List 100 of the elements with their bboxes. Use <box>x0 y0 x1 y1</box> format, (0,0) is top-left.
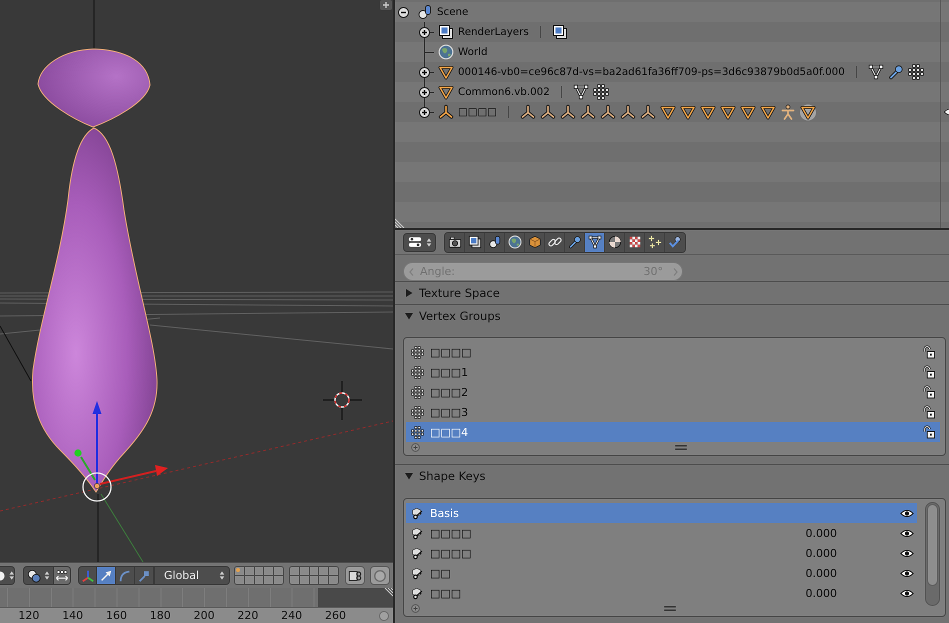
figure-icon[interactable] <box>780 104 796 120</box>
layer-toggle[interactable] <box>300 576 309 584</box>
layer-toggle[interactable] <box>235 567 244 575</box>
expand-toggle[interactable] <box>418 26 430 38</box>
collapse-toggle[interactable] <box>398 6 408 18</box>
vertex-group-item[interactable]: □□□1 <box>406 362 940 382</box>
transform-gizmo[interactable] <box>74 401 168 502</box>
layer-toggle[interactable] <box>290 567 299 575</box>
bone-icon[interactable] <box>640 104 656 120</box>
layer-toggle[interactable] <box>254 567 264 575</box>
layer-toggle[interactable] <box>300 567 309 575</box>
unlocked-padlock-icon[interactable] <box>923 425 935 439</box>
bone-icon[interactable] <box>620 104 636 120</box>
orientation-dropdown[interactable]: Global <box>154 566 230 585</box>
unlocked-padlock-icon[interactable] <box>923 405 935 419</box>
layer-toggle[interactable] <box>319 576 328 584</box>
mesh-object-icon[interactable] <box>700 104 716 120</box>
mesh-object-icon[interactable] <box>800 104 816 120</box>
unlocked-padlock-icon[interactable] <box>923 385 935 399</box>
layer-toggle[interactable] <box>310 567 318 575</box>
expand-toggle[interactable] <box>418 106 430 118</box>
layer-toggle[interactable] <box>235 576 244 584</box>
eye-icon[interactable] <box>900 528 914 538</box>
layer-toggle[interactable] <box>264 576 274 584</box>
vertex-group-item[interactable]: □□□3 <box>406 402 940 422</box>
plus-circle-icon[interactable] <box>411 442 420 452</box>
layer-toggle[interactable] <box>254 576 264 584</box>
mesh-object-icon[interactable] <box>680 104 696 120</box>
bone-icon[interactable] <box>580 104 596 120</box>
editor-type-dropdown[interactable] <box>403 232 436 252</box>
layer-toggle[interactable] <box>244 567 254 575</box>
outliner-item-label[interactable]: 000146-vb0=ce96c87d-vs=ba2ad61fa36ff709-ps=3d6c93879b0d5a0f.000 <box>458 66 845 78</box>
shape-key-value[interactable]: 0.000 <box>777 566 837 580</box>
translate-button[interactable] <box>97 566 116 585</box>
bone-icon[interactable] <box>560 104 576 120</box>
mesh-data-icon[interactable] <box>868 64 884 80</box>
corner-plus-icon[interactable] <box>380 0 392 10</box>
rotate-button[interactable] <box>116 566 135 585</box>
eye-icon[interactable] <box>900 508 914 518</box>
layer-toggle[interactable] <box>329 567 338 575</box>
layer-toggle[interactable] <box>319 567 328 575</box>
layer-toggle[interactable] <box>274 576 283 584</box>
resize-handle-icon[interactable] <box>674 444 688 450</box>
layer-toggle[interactable] <box>329 576 338 584</box>
expand-toggle[interactable] <box>418 66 430 78</box>
render-layers-icon[interactable] <box>552 24 568 40</box>
outliner-item-label[interactable]: □□□□ <box>458 106 497 118</box>
shape-key-item[interactable]: Basis <box>406 503 917 523</box>
layer-toggle[interactable] <box>274 567 283 575</box>
outliner-item-label[interactable]: RenderLayers <box>458 26 529 38</box>
scale-button[interactable] <box>135 566 154 585</box>
expand-toggle[interactable] <box>418 86 430 98</box>
shape-key-item[interactable]: □□□□ 0.000 <box>406 523 917 543</box>
vertex-group-item[interactable]: □□□4 <box>406 422 940 442</box>
unlocked-padlock-icon[interactable] <box>923 365 935 379</box>
corner-grip-icon[interactable] <box>395 218 405 228</box>
manipulator-toggle[interactable] <box>78 566 97 585</box>
layer-toggle[interactable] <box>310 576 318 584</box>
plus-circle-icon[interactable] <box>411 604 420 612</box>
shape-key-item[interactable]: □□□□ 0.000 <box>406 543 917 563</box>
scrollbar-thumb[interactable] <box>927 504 938 586</box>
shading-dropdown[interactable] <box>0 566 15 585</box>
eye-icon[interactable] <box>900 548 914 558</box>
pivot-dropdown[interactable] <box>23 566 54 585</box>
unlocked-padlock-icon[interactable] <box>923 345 935 359</box>
vertex-group-item[interactable]: □□□2 <box>406 382 940 402</box>
bone-icon[interactable] <box>540 104 556 120</box>
eye-icon[interactable] <box>944 107 949 117</box>
context-tab[interactable] <box>545 232 565 252</box>
mesh-object-icon[interactable] <box>740 104 756 120</box>
shape-key-value[interactable]: 0.000 <box>777 546 837 560</box>
center-points-toggle[interactable] <box>54 566 71 585</box>
vertex-group-icon[interactable] <box>592 84 609 100</box>
eye-icon[interactable] <box>900 588 914 598</box>
outliner-item-label[interactable]: Scene <box>437 6 468 18</box>
outliner-item-label[interactable]: World <box>458 46 488 58</box>
mesh-data-icon[interactable] <box>572 84 589 100</box>
mesh-object-icon[interactable] <box>660 104 676 120</box>
bone-icon[interactable] <box>520 104 536 120</box>
shape-key-item[interactable]: □□□ 0.000 <box>406 583 917 603</box>
resize-handle-icon[interactable] <box>662 606 676 610</box>
vertex-group-item[interactable]: □□□□ <box>406 342 940 362</box>
bone-icon[interactable] <box>600 104 616 120</box>
lock-layers-button[interactable] <box>345 566 365 585</box>
vertex-group-icon[interactable] <box>908 64 924 80</box>
eye-icon[interactable] <box>900 568 914 578</box>
mesh-object[interactable] <box>32 48 158 492</box>
shape-key-item[interactable]: □□ 0.000 <box>406 563 917 583</box>
frame-ruler[interactable]: 120 140 160 180 200 220 240 260 <box>0 607 393 623</box>
context-tab[interactable] <box>445 232 465 252</box>
layer-toggle[interactable] <box>264 567 274 575</box>
mesh-object-icon[interactable] <box>720 104 736 120</box>
scrollbar[interactable] <box>925 502 940 606</box>
wrench-icon[interactable] <box>888 64 904 80</box>
layer-toggle[interactable] <box>290 576 299 584</box>
outliner-item-label[interactable]: Common6.vb.002 <box>458 86 550 98</box>
mesh-object-icon[interactable] <box>760 104 776 120</box>
shape-key-value[interactable]: 0.000 <box>777 526 837 540</box>
layer-toggle[interactable] <box>244 576 254 584</box>
context-tab[interactable] <box>585 232 605 252</box>
